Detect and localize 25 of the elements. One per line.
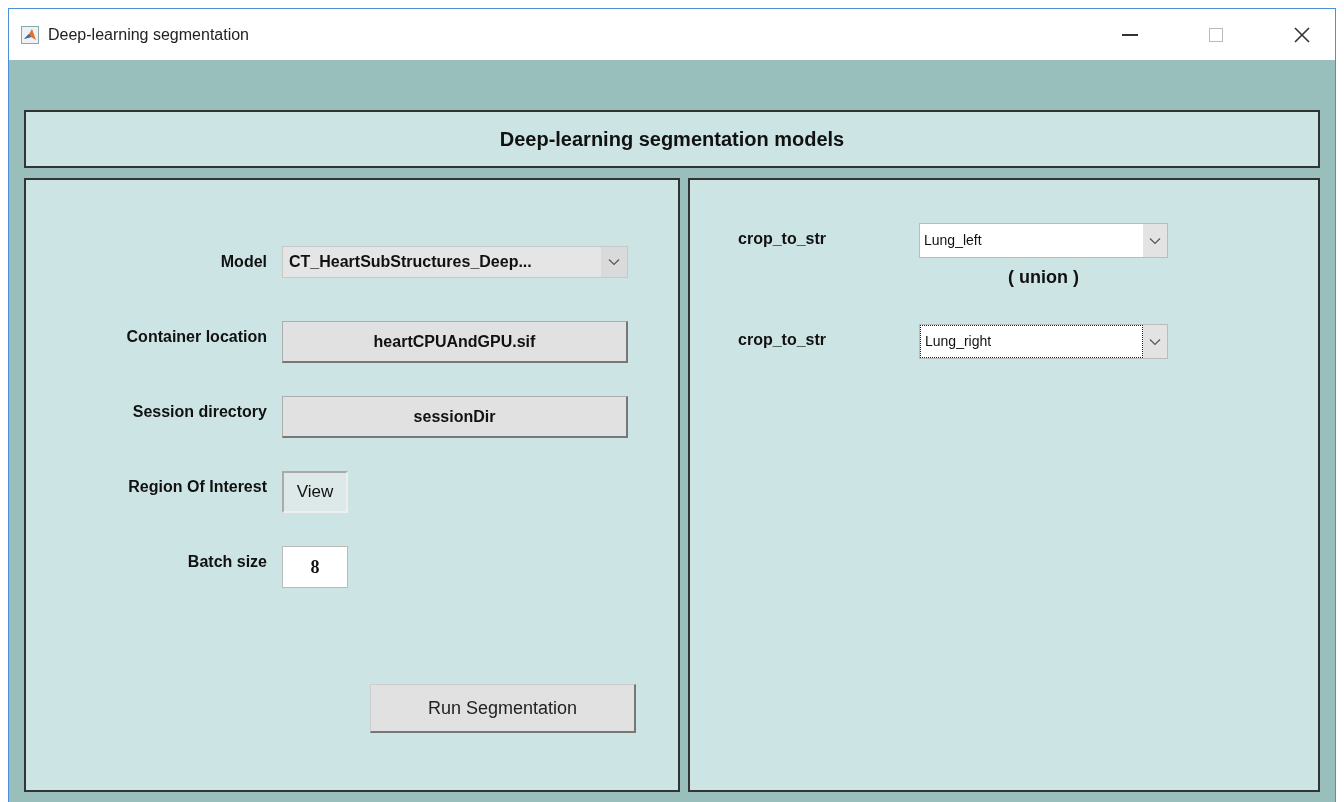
chevron-down-icon: [1149, 236, 1161, 245]
model-dropdown[interactable]: CT_HeartSubStructures_Deep...: [282, 246, 628, 278]
chevron-down-icon: [608, 258, 620, 266]
view-button[interactable]: View: [282, 471, 348, 513]
crop-label: crop_to_str: [738, 330, 828, 350]
run-segmentation-button[interactable]: Run Segmentation: [370, 684, 636, 733]
field-label: Region Of Interest: [127, 477, 267, 497]
field-label: Batch size: [186, 552, 267, 572]
panel-title: Deep-learning segmentation models: [499, 127, 845, 152]
field-label: Model: [219, 252, 267, 272]
window-title: Deep-learning segmentation: [48, 24, 249, 45]
batch-size-field[interactable]: 8: [282, 546, 348, 588]
app-logo-icon: [21, 25, 39, 44]
path-button[interactable]: heartCPUAndGPU.sif: [282, 321, 628, 363]
minimize-icon: [1122, 33, 1138, 36]
union-label: ( union ): [1008, 266, 1079, 289]
field-label: Container location: [125, 327, 267, 347]
chevron-down-icon: [1149, 337, 1161, 346]
structure-dropdown[interactable]: Lung_left: [919, 223, 1168, 258]
structure-dropdown[interactable]: Lung_right: [919, 324, 1168, 359]
field-label: Session directory: [131, 402, 267, 422]
close-icon: [1294, 26, 1310, 43]
maximize-icon: [1209, 27, 1223, 42]
path-button[interactable]: sessionDir: [282, 396, 628, 438]
crop-label: crop_to_str: [738, 229, 828, 249]
